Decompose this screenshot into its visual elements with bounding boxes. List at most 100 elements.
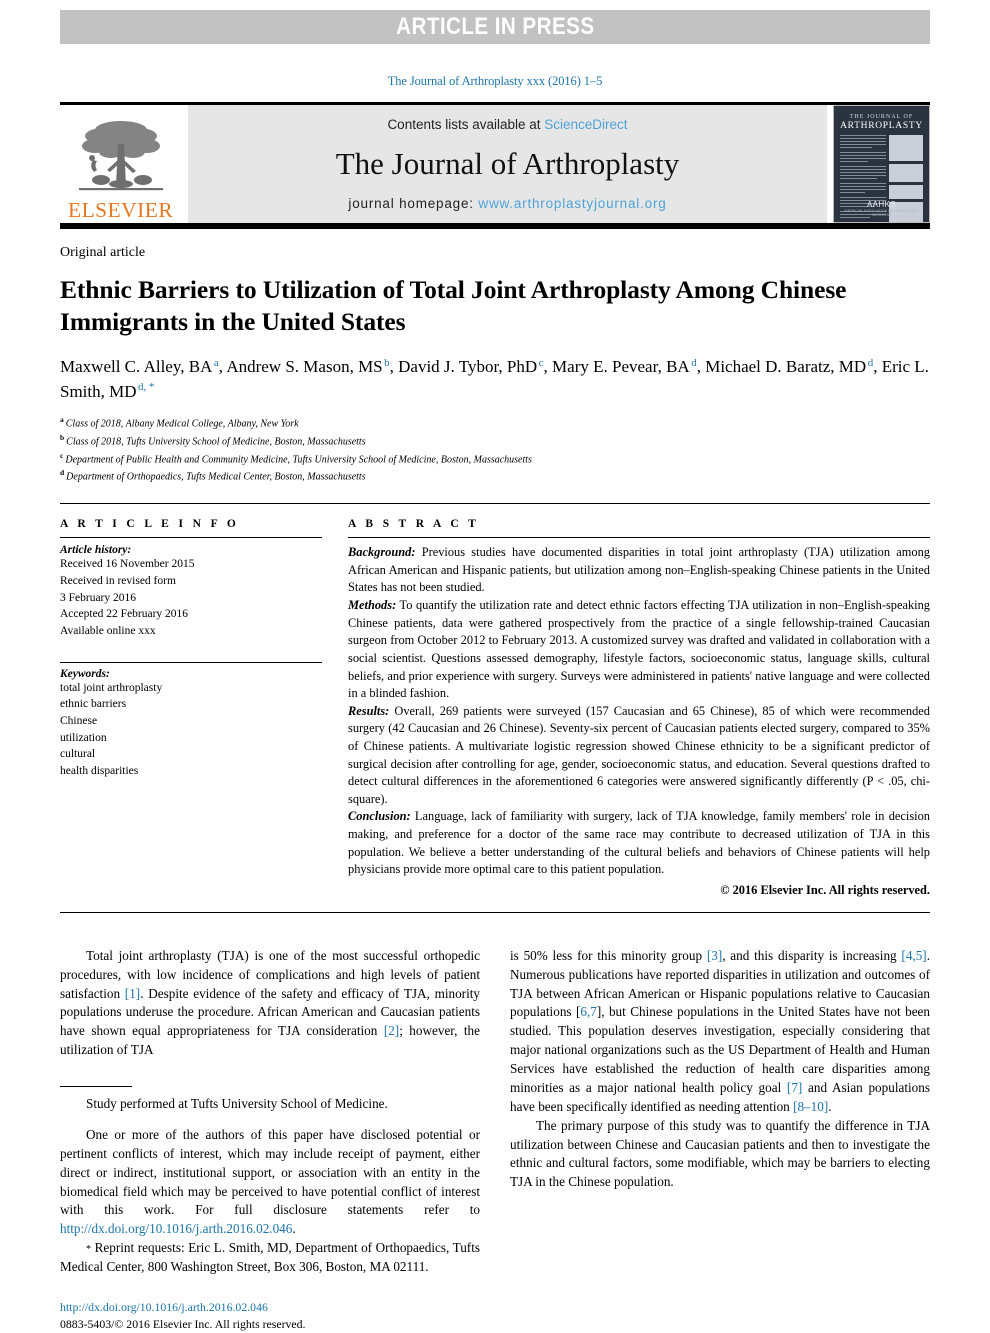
footnote-spacer — [60, 1114, 480, 1126]
footnote-reprint: * Reprint requests: Eric L. Smith, MD, D… — [60, 1239, 480, 1277]
keywords-rule — [60, 661, 322, 663]
keyword-item: Chinese — [60, 714, 98, 727]
abstract-section: Conclusion: Language, lack of familiarit… — [348, 808, 930, 878]
author-entry: Michael D. Baratz, MD d, — [705, 357, 882, 377]
footnote-block: Study performed at Tufts University Scho… — [60, 1095, 480, 1277]
keyword-item: utilization — [60, 731, 107, 744]
author-name: Maxwell C. Alley, BA — [60, 357, 213, 377]
author-separator: , — [389, 357, 399, 377]
abstract-section-label: Methods: — [348, 598, 397, 613]
author-affiliation-marker: b — [384, 356, 390, 369]
issn-copyright-line: 0883-5403/© 2016 Elsevier Inc. All right… — [60, 1317, 306, 1332]
elsevier-tree-icon — [79, 121, 163, 191]
body-column-right: is 50% less for this minority group [3],… — [510, 947, 930, 1333]
keyword-item: health disparities — [60, 764, 139, 777]
body-text: . — [828, 1098, 832, 1114]
running-head: The Journal of Arthroplasty xxx (2016) 1… — [387, 74, 603, 88]
masthead-center: Contents lists available at ScienceDirec… — [188, 105, 827, 223]
author-list: Maxwell C. Alley, BA a, Andrew S. Mason, … — [60, 355, 930, 404]
body-paragraph: Total joint arthroplasty (TJA) is one of… — [60, 947, 480, 1060]
journal-homepage-link[interactable]: www.arthroplastyjournal.org — [478, 196, 666, 211]
affiliation-item: a Class of 2018, Albany Medical College, … — [60, 414, 930, 432]
body-columns: Total joint arthroplasty (TJA) is one of… — [60, 947, 930, 1333]
citation-ref[interactable]: [7] — [787, 1080, 802, 1095]
keywords-block: Keywords: total joint arthroplasty ethni… — [60, 661, 322, 780]
body-text: is 50% less for this minority group — [510, 947, 707, 963]
footnote-disclosure-end: . — [292, 1221, 296, 1237]
author-affiliation-marker: d, * — [138, 380, 155, 393]
article-in-press-label: ARTICLE IN PRESS — [395, 13, 595, 40]
author-entry: Andrew S. Mason, MS b, — [226, 356, 399, 377]
article-history-list: Received 16 November 2015 Received in re… — [60, 556, 322, 639]
contents-available-line: Contents lists available at ScienceDirec… — [387, 117, 627, 132]
citation-ref[interactable]: [8–10] — [793, 1099, 828, 1114]
article-info-heading: A R T I C L E I N F O — [60, 518, 240, 531]
journal-cover-thumbnail: THE JOURNAL OF ARTHROPLASTY AAHKS AMERIC… — [833, 105, 930, 223]
homepage-prefix: journal homepage: — [348, 196, 479, 211]
body-column-left: Total joint arthroplasty (TJA) is one of… — [60, 947, 480, 1333]
author-name: Mary E. Pevear, BA — [552, 357, 690, 377]
keyword-item: cultural — [60, 748, 96, 761]
article-type-label: Original article — [60, 245, 146, 260]
affiliation-item: b Class of 2018, Tufts University School … — [60, 432, 930, 450]
contents-prefix: Contents lists available at — [387, 117, 545, 132]
history-item: 3 February 2016 — [60, 591, 137, 604]
abstract-section: Results: Overall, 269 patients were surv… — [348, 703, 930, 809]
author-separator: , — [543, 357, 553, 377]
article-info-rule — [60, 537, 322, 539]
abstract-section-text: Previous studies have documented dispari… — [348, 545, 930, 595]
footnote-disclosure-link[interactable]: http://dx.doi.org/10.1016/j.arth.2016.02… — [60, 1221, 292, 1236]
keywords-list: total joint arthroplasty ethnic barriers… — [60, 680, 322, 780]
author-entry: Mary E. Pevear, BA d, — [552, 356, 706, 377]
abstract-section-text: To quantify the utilization rate and det… — [348, 598, 930, 701]
abstract-section-label: Results: — [348, 703, 390, 718]
journal-title: The Journal of Arthroplasty — [335, 146, 680, 181]
keywords-label: Keywords: — [60, 667, 110, 680]
abstract-section-label: Conclusion: — [348, 809, 411, 824]
history-item: Received in revised form — [60, 574, 176, 587]
info-abstract-row: A R T I C L E I N F O Article history: R… — [60, 518, 930, 898]
history-item: Received 16 November 2015 — [60, 558, 195, 571]
article-doi-link[interactable]: http://dx.doi.org/10.1016/j.arth.2016.02… — [60, 1299, 480, 1316]
footnote-reprint-text: Reprint requests: Eric L. Smith, MD, Dep… — [60, 1240, 480, 1275]
footnote-rule — [60, 1086, 132, 1088]
abstract-section: Background: Previous studies have docume… — [348, 544, 930, 597]
journal-homepage-line: journal homepage: www.arthroplastyjourna… — [348, 196, 666, 211]
citation-ref[interactable]: [4,5] — [901, 948, 926, 963]
affiliation-text: Department of Orthopaedics, Tufts Medica… — [66, 471, 366, 483]
citation-ref[interactable]: [1] — [125, 986, 140, 1001]
cover-title-line-1: THE JOURNAL OF — [849, 114, 914, 120]
author-entry: Maxwell C. Alley, BA a, — [60, 357, 226, 377]
paper-page: ARTICLE IN PRESS The Journal of Arthropl… — [0, 10, 990, 1333]
article-history-label: Article history: — [60, 544, 132, 557]
abstract-section-text: Overall, 269 patients were surveyed (157… — [348, 703, 930, 806]
abstract-copyright: © 2016 Elsevier Inc. All rights reserved… — [720, 882, 930, 897]
abstract-rule — [348, 537, 930, 539]
footnote-disclosure-text: One or more of the authors of this paper… — [60, 1126, 480, 1218]
cover-society-name: AAHKS — [866, 200, 897, 209]
cover-society-subtitle: AMERICAN ASSOCIATION OF HIP AND KNEE SUR… — [844, 209, 919, 217]
abstract-section: Methods: To quantify the utilization rat… — [348, 597, 930, 703]
masthead-bottom-rule — [60, 223, 930, 229]
doi-block: http://dx.doi.org/10.1016/j.arth.2016.02… — [60, 1299, 480, 1333]
elsevier-wordmark: ELSEVIER — [68, 198, 174, 222]
elsevier-logo: ELSEVIER — [60, 105, 182, 223]
affiliation-list: a Class of 2018, Albany Medical College, … — [60, 414, 930, 485]
journal-masthead: ELSEVIER Contents lists available at Sci… — [60, 105, 930, 223]
author-entry: David J. Tybor, PhD c, — [398, 357, 553, 377]
abstract-column: A B S T R A C T Background: Previous stu… — [340, 518, 930, 898]
info-section-top-rule — [60, 503, 930, 505]
footnote-disclosure: One or more of the authors of this paper… — [60, 1126, 480, 1239]
info-section-bottom-rule — [60, 911, 930, 913]
author-separator: , — [696, 357, 706, 377]
citation-ref[interactable]: [2] — [384, 1023, 399, 1038]
author-name: Michael D. Baratz, MD — [705, 357, 867, 377]
body-paragraph: The primary purpose of this study was to… — [510, 1117, 930, 1190]
article-info-column: A R T I C L E I N F O Article history: R… — [60, 518, 340, 898]
sciencedirect-link[interactable]: ScienceDirect — [544, 117, 627, 132]
author-affiliation-marker: d — [691, 356, 697, 369]
citation-ref[interactable]: 6,7 — [580, 1004, 596, 1019]
citation-ref[interactable]: [3] — [707, 948, 722, 963]
author-separator: , — [873, 357, 882, 377]
history-item: Accepted 22 February 2016 — [60, 608, 189, 621]
